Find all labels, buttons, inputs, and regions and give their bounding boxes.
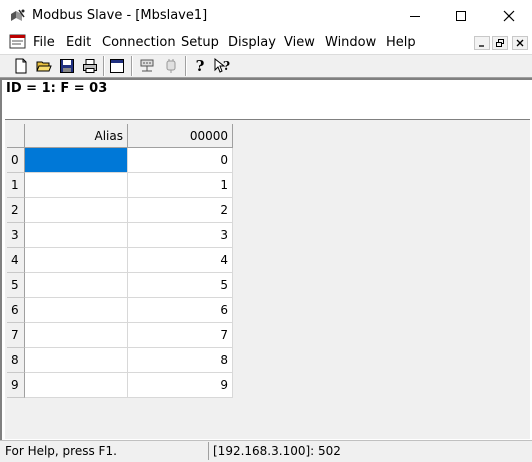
window-icon[interactable] (108, 57, 126, 75)
minimize-button[interactable] (392, 0, 438, 32)
register-value-cell[interactable]: 4 (128, 248, 233, 273)
row-header[interactable]: 8 (7, 348, 25, 373)
slave-id-function-label: ID = 1: F = 03 (6, 81, 108, 96)
menu-window[interactable]: Window (325, 35, 376, 50)
register-grid[interactable]: Alias 00000 00112233445566778899 (7, 124, 233, 398)
child-close-button[interactable] (512, 36, 528, 50)
register-value-cell[interactable]: 3 (128, 223, 233, 248)
maximize-icon (456, 11, 466, 21)
alias-cell[interactable] (25, 198, 128, 223)
toolbar-separator (185, 56, 187, 76)
menu-edit[interactable]: Edit (66, 35, 91, 50)
row-header[interactable]: 5 (7, 273, 25, 298)
row-header[interactable]: 7 (7, 323, 25, 348)
connect-icon[interactable] (138, 57, 156, 75)
status-connection-text: [192.168.3.100]: 502 (213, 444, 341, 458)
alias-cell[interactable] (25, 273, 128, 298)
toolbar (0, 54, 532, 78)
menu-file[interactable]: File (33, 35, 55, 50)
alias-cell[interactable] (25, 298, 128, 323)
grid-corner[interactable] (7, 124, 25, 148)
new-file-icon[interactable] (12, 57, 30, 75)
row-header[interactable]: 4 (7, 248, 25, 273)
column-header-address[interactable]: 00000 (128, 124, 233, 148)
restore-icon (496, 39, 504, 47)
row-header[interactable]: 0 (7, 148, 25, 173)
alias-cell[interactable] (25, 248, 128, 273)
svg-text:?: ? (223, 59, 230, 73)
child-restore-button[interactable] (492, 36, 508, 50)
register-value-cell[interactable]: 7 (128, 323, 233, 348)
register-value-cell[interactable]: 5 (128, 273, 233, 298)
close-icon (516, 39, 524, 47)
child-minimize-button[interactable] (474, 36, 490, 50)
row-header[interactable]: 1 (7, 173, 25, 198)
menu-setup[interactable]: Setup (181, 35, 219, 50)
register-value-cell[interactable]: 8 (128, 348, 233, 373)
row-header[interactable]: 9 (7, 373, 25, 398)
context-help-icon[interactable]: ? (213, 57, 231, 75)
alias-cell[interactable] (25, 348, 128, 373)
help-icon[interactable]: ? (191, 57, 209, 75)
save-icon[interactable] (58, 57, 76, 75)
disconnect-icon[interactable] (162, 57, 180, 75)
minimize-icon (479, 45, 484, 47)
menu-view[interactable]: View (284, 35, 315, 50)
register-value-cell[interactable]: 0 (128, 148, 233, 173)
print-icon[interactable] (81, 57, 99, 75)
register-value-cell[interactable]: 6 (128, 298, 233, 323)
register-value-cell[interactable]: 2 (128, 198, 233, 223)
alias-cell[interactable] (25, 148, 128, 173)
menu-display[interactable]: Display (228, 35, 276, 50)
alias-cell[interactable] (25, 223, 128, 248)
window-title: Modbus Slave - [Mbslave1] (32, 8, 208, 23)
alias-cell[interactable] (25, 373, 128, 398)
alias-cell[interactable] (25, 173, 128, 198)
menu-help[interactable]: Help (386, 35, 416, 50)
close-button[interactable] (486, 0, 532, 32)
register-value-cell[interactable]: 1 (128, 173, 233, 198)
maximize-button[interactable] (438, 0, 484, 32)
status-help-text: For Help, press F1. (5, 444, 117, 458)
toolbar-separator (131, 56, 133, 76)
document-system-menu-icon[interactable] (9, 34, 26, 49)
toolbar-separator (103, 56, 105, 76)
register-value-cell[interactable]: 9 (128, 373, 233, 398)
alias-cell[interactable] (25, 323, 128, 348)
minimize-icon (410, 16, 420, 17)
close-icon (503, 10, 515, 22)
modbus-app-icon[interactable] (8, 8, 26, 24)
menu-connection[interactable]: Connection (102, 35, 176, 50)
column-header-alias[interactable]: Alias (25, 124, 128, 148)
row-header[interactable]: 6 (7, 298, 25, 323)
row-header[interactable]: 3 (7, 223, 25, 248)
open-folder-icon[interactable] (35, 57, 53, 75)
row-header[interactable]: 2 (7, 198, 25, 223)
